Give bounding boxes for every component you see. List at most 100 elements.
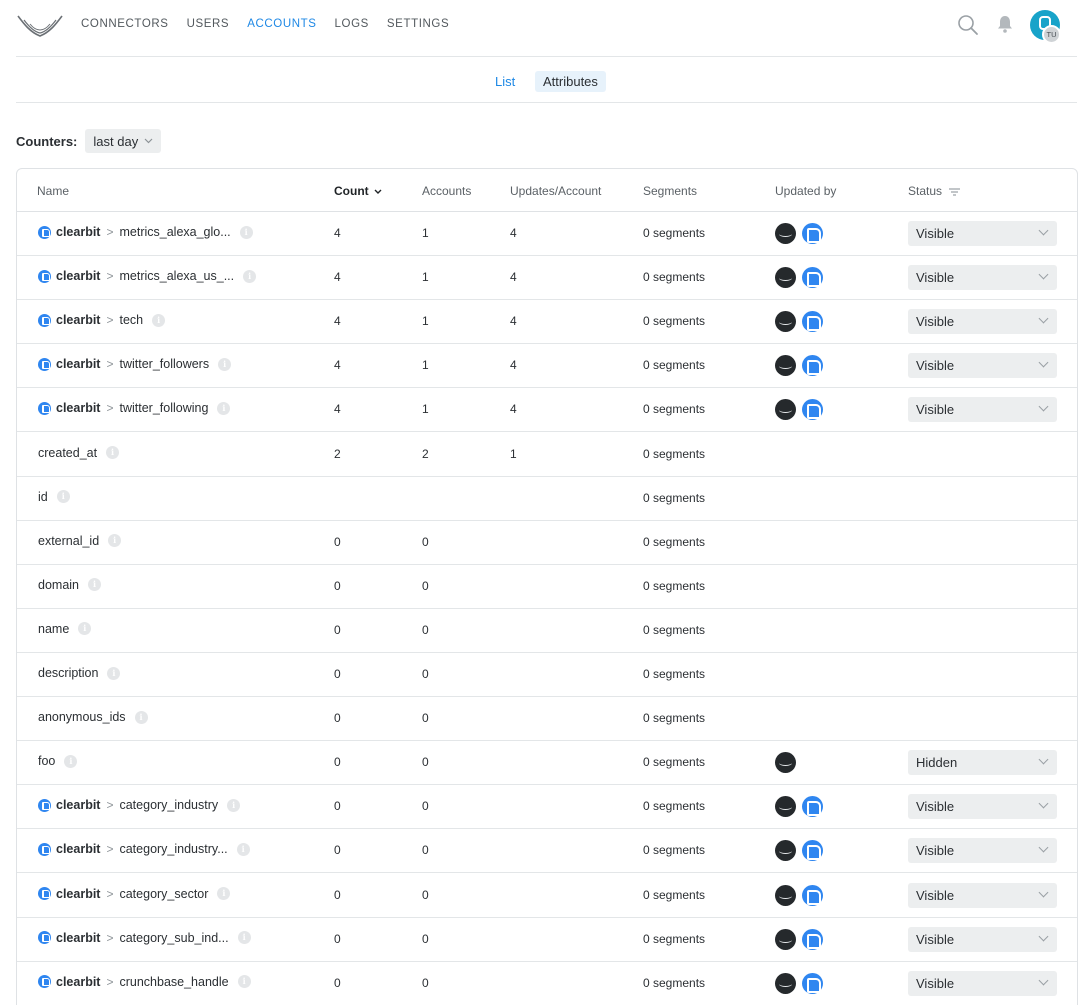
info-icon[interactable] (152, 313, 166, 327)
hull-logo-icon[interactable] (16, 12, 64, 40)
attribute-name-cell[interactable]: external_id (38, 534, 122, 548)
column-header-segments[interactable]: Segments (643, 184, 697, 198)
tab-list[interactable]: List (487, 71, 523, 92)
column-header-count[interactable]: Count (334, 184, 382, 198)
status-select[interactable]: Visible (908, 309, 1057, 335)
nav-item-connectors[interactable]: CONNECTORS (81, 18, 169, 30)
nav-item-settings[interactable]: SETTINGS (387, 18, 449, 30)
table-row[interactable]: domain 0 0 0 segments (17, 565, 1077, 609)
segments-value[interactable]: 0 segments (643, 535, 705, 549)
status-select[interactable]: Visible (908, 353, 1057, 379)
attribute-name-cell[interactable]: anonymous_ids (38, 710, 148, 724)
attribute-name-cell[interactable]: clearbit > twitter_following (38, 401, 231, 415)
info-icon[interactable] (217, 887, 231, 900)
counters-period-select[interactable]: last day (85, 129, 162, 153)
segments-value[interactable]: 0 segments (643, 799, 705, 813)
filter-icon[interactable] (949, 188, 961, 196)
attribute-name-cell[interactable]: clearbit > category_industry... (38, 842, 250, 856)
info-icon[interactable] (237, 975, 251, 989)
segments-value[interactable]: 0 segments (643, 226, 705, 240)
segments-value[interactable]: 0 segments (643, 491, 705, 505)
attribute-name-cell[interactable]: clearbit > category_industry (38, 798, 241, 812)
attribute-name-cell[interactable]: domain (38, 578, 101, 592)
table-row[interactable]: id 0 segments (17, 477, 1077, 521)
table-row[interactable]: clearbit > category_sub_ind... 0 0 0 segments… (17, 918, 1077, 962)
info-icon[interactable] (64, 754, 78, 768)
segments-value[interactable]: 0 segments (643, 755, 705, 769)
attribute-name-cell[interactable]: clearbit > metrics_alexa_us_... (38, 269, 257, 283)
info-icon[interactable] (88, 578, 101, 592)
info-icon[interactable] (243, 269, 257, 283)
segments-value[interactable]: 0 segments (643, 314, 705, 328)
info-icon[interactable] (56, 490, 70, 504)
info-icon[interactable] (236, 842, 250, 856)
table-row[interactable]: clearbit > metrics_alexa_us_... 4 1 4 0 segmen… (17, 256, 1077, 301)
segments-value[interactable]: 0 segments (643, 888, 705, 902)
table-row[interactable]: clearbit > twitter_following 4 1 4 0 segments V… (17, 388, 1077, 433)
status-select[interactable]: Visible (908, 794, 1057, 820)
table-row[interactable]: foo 0 0 0 segments Hidden (17, 741, 1077, 786)
nav-item-accounts[interactable]: ACCOUNTS (247, 18, 316, 30)
attribute-name-cell[interactable]: clearbit > category_sector (38, 887, 231, 901)
bell-icon[interactable] (996, 14, 1014, 34)
segments-value[interactable]: 0 segments (643, 932, 705, 946)
column-header-status[interactable]: Status (908, 184, 961, 198)
table-row[interactable]: clearbit > category_industry 0 0 0 segments Vi… (17, 785, 1077, 830)
info-icon[interactable] (239, 225, 253, 239)
attribute-name-cell[interactable]: clearbit > crunchbase_handle (38, 975, 251, 989)
segments-value[interactable]: 0 segments (643, 358, 705, 372)
status-select[interactable]: Hidden (908, 750, 1057, 776)
info-icon[interactable] (107, 666, 121, 680)
info-icon[interactable] (106, 446, 120, 459)
segments-value[interactable]: 0 segments (643, 402, 705, 416)
attribute-name-cell[interactable]: created_at (38, 446, 120, 460)
segments-value[interactable]: 0 segments (643, 270, 705, 284)
attribute-name-cell[interactable]: name (38, 622, 92, 636)
attribute-name-cell[interactable]: foo (38, 754, 78, 768)
info-icon[interactable] (218, 357, 232, 371)
column-header-name[interactable]: Name (37, 184, 69, 198)
nav-item-users[interactable]: USERS (187, 18, 230, 30)
attribute-name-cell[interactable]: clearbit > tech (38, 313, 166, 327)
table-row[interactable]: clearbit > category_industry... 0 0 0 segment… (17, 829, 1077, 874)
tab-attributes[interactable]: Attributes (535, 71, 606, 92)
status-select[interactable]: Visible (908, 926, 1057, 952)
attribute-name-cell[interactable]: clearbit > category_sub_ind... (38, 931, 251, 945)
search-icon[interactable] (957, 14, 979, 36)
table-row[interactable]: external_id 0 0 0 segments (17, 521, 1077, 565)
status-select[interactable]: Visible (908, 397, 1057, 423)
attribute-name-cell[interactable]: clearbit > metrics_alexa_glo... (38, 225, 253, 239)
attribute-name-cell[interactable]: clearbit > twitter_followers (38, 357, 232, 371)
column-header-updated-by[interactable]: Updated by (775, 184, 836, 198)
table-row[interactable]: clearbit > tech 4 1 4 0 segments Visible (17, 300, 1077, 345)
attribute-name-cell[interactable]: id (38, 490, 70, 504)
status-select[interactable]: Visible (908, 221, 1057, 246)
segments-value[interactable]: 0 segments (643, 843, 705, 857)
table-row[interactable]: clearbit > twitter_followers 4 1 4 0 segments V… (17, 344, 1077, 389)
info-icon[interactable] (78, 622, 92, 636)
nav-item-logs[interactable]: LOGS (335, 18, 369, 30)
segments-value[interactable]: 0 segments (643, 447, 705, 461)
column-header-accounts[interactable]: Accounts (422, 184, 471, 198)
status-select[interactable]: Visible (908, 970, 1057, 996)
table-row[interactable]: name 0 0 0 segments (17, 609, 1077, 653)
segments-value[interactable]: 0 segments (643, 976, 705, 990)
segments-value[interactable]: 0 segments (643, 623, 705, 637)
segments-value[interactable]: 0 segments (643, 667, 705, 681)
info-icon[interactable] (134, 710, 148, 724)
table-row[interactable]: created_at 2 2 1 0 segments (17, 433, 1077, 477)
info-icon[interactable] (237, 931, 251, 945)
status-select[interactable]: Visible (908, 265, 1057, 291)
info-icon[interactable] (108, 534, 122, 548)
info-icon[interactable] (227, 798, 241, 812)
info-icon[interactable] (217, 401, 231, 415)
status-select[interactable]: Visible (908, 838, 1057, 864)
table-row[interactable]: description 0 0 0 segments (17, 653, 1077, 697)
table-row[interactable]: clearbit > crunchbase_handle 0 0 0 segments Vi… (17, 962, 1077, 1005)
table-row[interactable]: clearbit > metrics_alexa_glo... 4 1 4 0 segmen… (17, 212, 1077, 256)
column-header-updates[interactable]: Updates/Account (510, 184, 601, 198)
table-row[interactable]: clearbit > category_sector 0 0 0 segments Visi… (17, 874, 1077, 918)
segments-value[interactable]: 0 segments (643, 579, 705, 593)
attribute-name-cell[interactable]: description (38, 666, 121, 680)
table-row[interactable]: anonymous_ids 0 0 0 segments (17, 697, 1077, 742)
